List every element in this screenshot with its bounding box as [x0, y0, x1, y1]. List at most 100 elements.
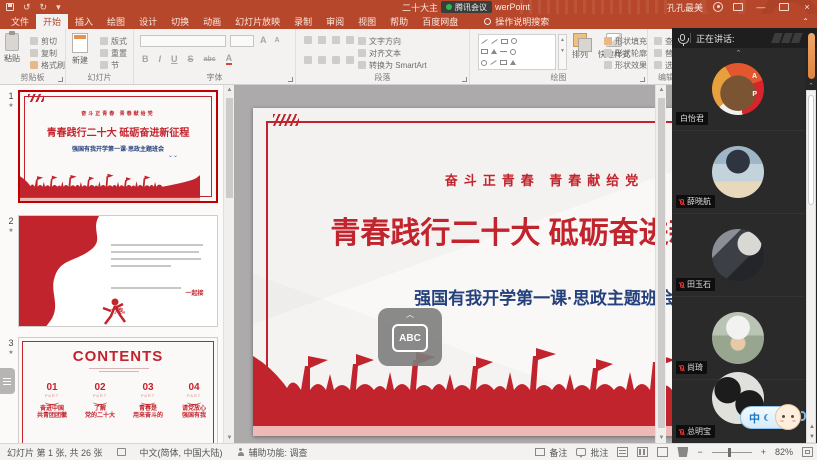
numbering-icon[interactable]: [318, 36, 326, 44]
tencent-meeting-mini-window[interactable]: 腾讯会议: [441, 1, 492, 13]
paste-button[interactable]: 粘贴: [4, 33, 20, 64]
callout-shape-icon[interactable]: [500, 60, 507, 65]
tab-draw[interactable]: 绘图: [100, 14, 132, 29]
shapes-gallery-scrollbar[interactable]: ▲▼: [558, 34, 567, 70]
tab-baidu-netdisk[interactable]: 百度网盘: [415, 14, 465, 29]
rectangle-shape-icon[interactable]: [481, 49, 488, 54]
chevron-up-icon[interactable]: ⌃: [672, 49, 805, 57]
paragraph-dialog-launcher-icon[interactable]: [462, 77, 467, 82]
reset-button[interactable]: 重置: [100, 48, 127, 58]
accessibility-status[interactable]: 辅助功能: 调查: [237, 446, 308, 459]
copy-button[interactable]: 复制: [30, 48, 57, 58]
scroll-down-icon[interactable]: ▼: [807, 434, 817, 440]
account-avatar-icon[interactable]: [713, 2, 723, 12]
meeting-panel-handle[interactable]: [808, 33, 815, 79]
ellipse-shape-icon[interactable]: [481, 60, 487, 66]
font-name-combobox[interactable]: [140, 35, 226, 47]
ime-fullwidth-moon-icon[interactable]: [764, 414, 771, 421]
ime-toolbar[interactable]: 中: [740, 406, 798, 429]
tab-record[interactable]: 录制: [287, 14, 319, 29]
shapes-gallery[interactable]: [478, 34, 556, 70]
tab-transitions[interactable]: 切换: [164, 14, 196, 29]
scrollbar-thumb[interactable]: [658, 98, 665, 428]
ime-mode-indicator[interactable]: 中: [749, 410, 760, 426]
shape-outline-button[interactable]: 形状轮廓: [604, 48, 647, 58]
tab-animations[interactable]: 动画: [196, 14, 228, 29]
cut-button[interactable]: 剪切: [30, 36, 57, 46]
notes-toggle[interactable]: 备注: [535, 446, 567, 459]
tab-view[interactable]: 视图: [351, 14, 383, 29]
text-direction-button[interactable]: 文字方向: [358, 36, 401, 46]
font-color-button[interactable]: A: [226, 53, 233, 65]
align-text-button[interactable]: 对齐文本: [358, 48, 401, 58]
qat-customize-icon[interactable]: ▾: [56, 1, 61, 13]
underline-button[interactable]: U: [171, 54, 178, 64]
strikethrough-button[interactable]: S: [188, 54, 194, 64]
grow-font-icon[interactable]: A: [260, 35, 267, 45]
slide-sorter-view-button[interactable]: [637, 447, 648, 457]
shrink-font-icon[interactable]: A: [275, 37, 280, 44]
zoom-in-button[interactable]: +: [761, 447, 766, 457]
scroll-down-icon[interactable]: ▼: [656, 435, 667, 441]
participant-tile[interactable]: 田玉石: [672, 214, 805, 297]
account-user-name[interactable]: 孔孔最美: [667, 1, 703, 14]
font-size-combobox[interactable]: [230, 35, 254, 47]
scroll-down-icon[interactable]: ▼: [224, 435, 235, 441]
slide-thumbnail-2[interactable]: 一起接力跑。: [18, 215, 218, 327]
tab-home[interactable]: 开始: [36, 14, 68, 29]
arrange-button[interactable]: 排列: [572, 33, 588, 60]
rectangle-shape-icon[interactable]: [501, 39, 508, 44]
comments-toggle[interactable]: 批注: [576, 446, 608, 459]
normal-view-button[interactable]: [617, 447, 628, 457]
ribbon-display-options-icon[interactable]: [733, 3, 743, 11]
tab-help[interactable]: 帮助: [383, 14, 415, 29]
indent-increase-icon[interactable]: [346, 36, 354, 44]
zoom-out-button[interactable]: −: [697, 447, 702, 457]
font-dialog-launcher-icon[interactable]: [288, 77, 293, 82]
triangle-shape-icon[interactable]: [510, 60, 516, 65]
tell-me-search[interactable]: 操作说明搜索: [477, 14, 556, 29]
thumbnail-scrollbar[interactable]: ▲ ▼: [223, 85, 234, 443]
tab-file[interactable]: 文件: [4, 14, 36, 29]
line-shape-icon[interactable]: [491, 39, 497, 44]
reading-view-button[interactable]: [657, 447, 668, 457]
redo-icon[interactable]: ↻: [40, 1, 48, 13]
shape-effects-button[interactable]: 形状效果: [604, 60, 647, 70]
ime-emoji-face-icon[interactable]: [775, 404, 801, 430]
minimize-button[interactable]: —: [753, 2, 769, 12]
save-icon[interactable]: [6, 3, 14, 11]
language-status[interactable]: 中文(简体, 中国大陆): [140, 446, 223, 459]
zoom-slider-thumb[interactable]: [728, 448, 731, 457]
triangle-shape-icon[interactable]: [491, 49, 497, 54]
tab-design[interactable]: 设计: [132, 14, 164, 29]
new-slide-button[interactable]: 新建: [72, 33, 88, 66]
layout-button[interactable]: 版式: [100, 36, 127, 46]
scroll-up-icon[interactable]: ▲: [656, 87, 667, 93]
scrollbar-thumb[interactable]: [808, 95, 814, 205]
format-painter-button[interactable]: 格式刷: [30, 60, 65, 70]
bullets-icon[interactable]: [304, 36, 312, 44]
shape-fill-button[interactable]: 形状填充: [604, 36, 647, 46]
scroll-up-icon[interactable]: ▲: [807, 424, 817, 430]
tab-slideshow[interactable]: 幻灯片放映: [228, 14, 287, 29]
section-button[interactable]: 节: [100, 60, 119, 70]
arrow-shape-icon[interactable]: [500, 51, 507, 52]
tab-review[interactable]: 审阅: [319, 14, 351, 29]
slideshow-view-button[interactable]: [677, 447, 688, 457]
participant-tile[interactable]: ⌃ A P 白怡君: [672, 48, 805, 131]
bold-button[interactable]: B: [142, 54, 149, 64]
convert-smartart-button[interactable]: 转换为 SmartArt: [358, 60, 427, 70]
align-center-icon[interactable]: [318, 56, 326, 64]
ellipse-shape-icon[interactable]: [510, 49, 516, 55]
drawing-dialog-launcher-icon[interactable]: [640, 77, 645, 82]
clear-format-icon[interactable]: abc: [204, 56, 216, 63]
scrollbar-thumb[interactable]: [226, 98, 233, 198]
fit-slide-to-window-button[interactable]: [802, 447, 813, 457]
line-shape-icon[interactable]: [481, 39, 487, 44]
maximize-button[interactable]: [779, 3, 789, 11]
align-left-icon[interactable]: [304, 56, 312, 64]
align-right-icon[interactable]: [332, 56, 340, 64]
meeting-panel-scrollbar[interactable]: ▲ ▼: [806, 90, 816, 443]
zoom-percentage[interactable]: 82%: [775, 447, 793, 457]
clipboard-dialog-launcher-icon[interactable]: [58, 77, 63, 82]
